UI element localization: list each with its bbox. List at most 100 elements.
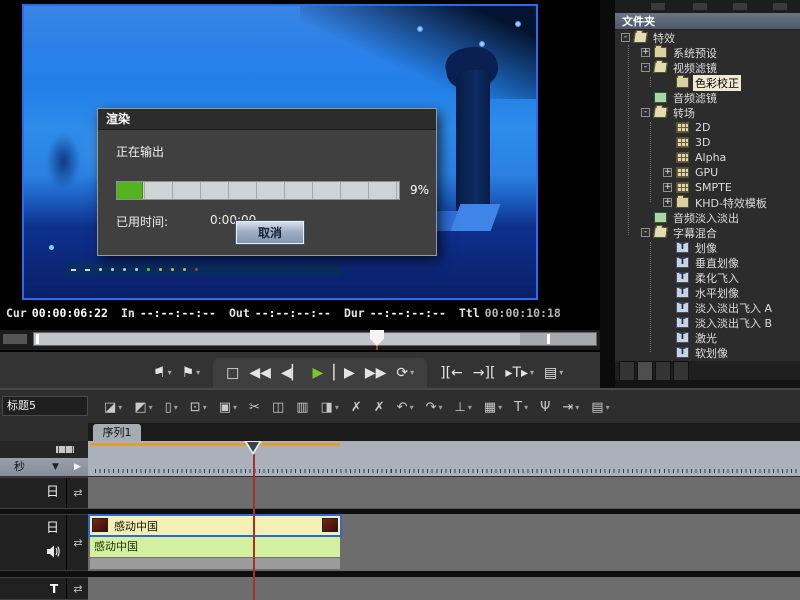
tree-item[interactable]: + KHD-特效模板 [615, 195, 800, 210]
copy[interactable]: ◫ ▾ [266, 400, 290, 415]
tree-expander-icon[interactable]: + [641, 48, 650, 57]
tree-item[interactable]: - 视频滤镜 [615, 60, 800, 75]
position-slider[interactable] [33, 332, 597, 346]
title-tool[interactable]: T ▾ [508, 400, 534, 415]
tree-expander-icon[interactable]: + [663, 198, 672, 207]
chevron-down-icon[interactable]: ▾ [233, 403, 237, 412]
panel-tab[interactable] [637, 361, 653, 380]
chevron-down-icon[interactable]: ▾ [203, 403, 207, 412]
sequence-tab[interactable]: 序列1 [93, 424, 141, 441]
tree-item[interactable]: + 系统预设 [615, 45, 800, 60]
goto-out[interactable]: →][ ▾ [468, 359, 501, 387]
chevron-down-icon[interactable]: ▾ [468, 403, 472, 412]
screen-layout-alt[interactable]: ◩ ▾ [128, 400, 158, 415]
tree-item[interactable]: 音频淡入淡出 [615, 210, 800, 225]
tree-item[interactable]: + GPU [615, 165, 800, 180]
undo[interactable]: ↶ ▾ [391, 400, 420, 415]
chevron-down-icon[interactable]: ▾ [559, 359, 563, 387]
next-frame[interactable]: ▏▶ ▾ [328, 359, 360, 387]
timeline-ruler[interactable] [88, 441, 800, 476]
time-unit-selector[interactable]: 秒 ▼ ▶ [0, 458, 88, 476]
paste[interactable]: ▥ ▾ [290, 400, 314, 415]
delete-in-out[interactable]: ✗ ▾ [368, 400, 391, 415]
goto-in[interactable]: ][← ▾ [435, 359, 468, 387]
chevron-down-icon[interactable]: ▾ [410, 359, 414, 387]
sync-lock-icon[interactable]: ⇄ [68, 487, 88, 500]
chevron-down-icon[interactable]: ▾ [606, 403, 610, 412]
title-track-lane[interactable] [88, 577, 800, 600]
video-clip[interactable]: 感动中国 [90, 516, 340, 535]
add-cut-point[interactable]: ⊥ ▾ [449, 400, 478, 415]
duplicate[interactable]: ◨ ▾ [315, 400, 345, 415]
tree-item[interactable]: Alpha [615, 150, 800, 165]
tree-item[interactable]: 3D [615, 135, 800, 150]
redo[interactable]: ↷ ▾ [420, 400, 449, 415]
chevron-down-icon[interactable]: ▾ [196, 359, 200, 387]
tree-expander-icon[interactable]: - [641, 63, 650, 72]
set-transition[interactable]: ▦ ▾ [478, 400, 508, 415]
tree-item[interactable]: 划像 [615, 240, 800, 255]
mark-in-flag[interactable]: ⚑ ▾ [148, 359, 177, 387]
play[interactable]: ▶ ▾ [307, 359, 328, 387]
capture[interactable]: ▤ ▾ [585, 400, 615, 415]
import[interactable]: ⊡ ▾ [184, 400, 213, 415]
stop[interactable]: □ ▾ [221, 359, 244, 387]
tree-item[interactable]: 水平划像 [615, 285, 800, 300]
tree-expander-icon[interactable]: - [641, 108, 650, 117]
chevron-down-icon[interactable]: ▾ [524, 403, 528, 412]
chevron-down-icon[interactable]: ▾ [410, 403, 414, 412]
cancel-button[interactable]: 取消 [236, 221, 304, 244]
chevron-down-icon[interactable]: ▾ [149, 403, 153, 412]
video-track-lane[interactable] [88, 477, 800, 509]
chevron-down-icon[interactable]: ▾ [530, 359, 534, 387]
mark-out-flag[interactable]: ⚑ ▾ [177, 359, 206, 387]
video-track-header[interactable]: 日 ⇄ [0, 477, 88, 509]
fast-forward[interactable]: ▶▶ ▾ [360, 359, 392, 387]
panel-tab[interactable] [655, 361, 671, 380]
chevron-down-icon[interactable]: ▼ [52, 458, 59, 476]
screen-layout[interactable]: ◪ ▾ [98, 400, 128, 415]
title-track-header[interactable]: T ⇄ [0, 577, 88, 600]
tree-item[interactable]: 软划像 [615, 345, 800, 360]
chevron-down-icon[interactable]: ▾ [498, 403, 502, 412]
clip-mixer-bar[interactable] [90, 557, 340, 569]
chevron-down-icon[interactable]: ▾ [438, 403, 442, 412]
play-around-cursor[interactable]: ▸T▸ ▾ [500, 359, 539, 387]
tree-item[interactable]: + SMPTE [615, 180, 800, 195]
tree-item[interactable]: 淡入淡出飞入 B [615, 315, 800, 330]
cut[interactable]: ✂ ▾ [243, 400, 266, 415]
sync-lock-icon[interactable]: ⇄ [68, 536, 88, 549]
chevron-down-icon[interactable]: ▾ [118, 403, 122, 412]
tree-expander-icon[interactable]: - [621, 33, 630, 42]
sync-lock-icon[interactable]: ⇄ [68, 582, 88, 595]
tree-expander-icon[interactable]: - [641, 228, 650, 237]
va-track-header[interactable]: 日 ⇄ [0, 514, 88, 571]
tree-item[interactable]: - 转场 [615, 105, 800, 120]
tree-item[interactable]: 淡入淡出飞入 A [615, 300, 800, 315]
tree-item[interactable]: 柔化飞入 [615, 270, 800, 285]
scrubber-mode-box[interactable] [3, 334, 27, 344]
previous-frame[interactable]: ◀▏ ▾ [276, 359, 308, 387]
voice-over[interactable]: Ψ ▾ [534, 400, 556, 415]
new-sequence[interactable]: ▯ ▾ [159, 400, 184, 415]
save-project[interactable]: ▣ ▾ [213, 400, 243, 415]
render-dialog-title[interactable]: 渲染 [98, 109, 436, 130]
ripple-delete[interactable]: ✗ ▾ [345, 400, 368, 415]
rewind[interactable]: ◀◀ ▾ [244, 359, 276, 387]
panel-tab[interactable] [673, 361, 689, 380]
export[interactable]: ⇥ ▾ [556, 400, 585, 415]
tree-expander-icon[interactable]: + [663, 183, 672, 192]
chevron-right-icon[interactable]: ▶ [74, 458, 81, 476]
tree-item[interactable]: - 字幕混合 [615, 225, 800, 240]
tree-item[interactable]: 音频滤镜 [615, 90, 800, 105]
tree-item[interactable]: 垂直划像 [615, 255, 800, 270]
tree-item[interactable]: - 特效 [615, 30, 800, 45]
chevron-down-icon[interactable]: ▾ [335, 403, 339, 412]
export-to-tape[interactable]: ▤ ▾ [539, 359, 568, 387]
timescale-slider[interactable] [52, 445, 78, 454]
tree-expander-icon[interactable]: + [663, 168, 672, 177]
clip-name-field[interactable]: 标题5 [2, 396, 88, 416]
chevron-down-icon[interactable]: ▾ [174, 403, 178, 412]
tree-item[interactable]: 色彩校正 [615, 75, 800, 90]
audio-clip[interactable]: 感动中国 [90, 535, 340, 557]
